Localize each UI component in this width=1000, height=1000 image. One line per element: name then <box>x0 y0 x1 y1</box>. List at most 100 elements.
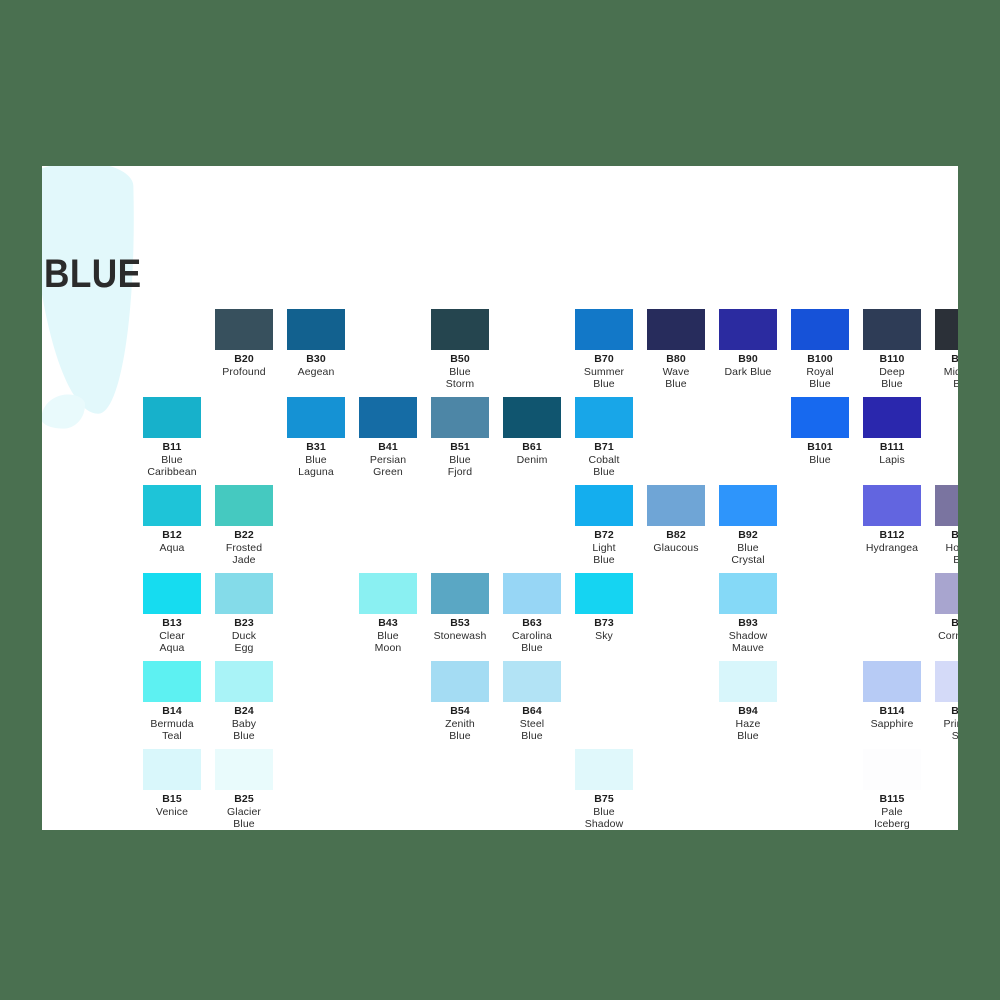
color-swatch-b82[interactable]: B82 Glaucous <box>640 485 712 554</box>
color-swatch-b54[interactable]: B54 Zenith Blue <box>424 661 496 743</box>
swatch-code: B72 <box>594 529 614 541</box>
color-swatch-b90[interactable]: B90 Dark Blue <box>712 309 784 378</box>
color-swatch-b123[interactable]: B123Cornflower <box>928 573 958 642</box>
swatch-color-chip <box>143 661 201 702</box>
swatch-color-chip <box>359 397 417 438</box>
swatch-name: Haze Blue <box>735 717 761 743</box>
swatch-code: B12 <box>162 529 182 541</box>
swatch-code: B11 <box>162 441 182 453</box>
swatch-code: B100 <box>807 353 833 365</box>
swatch-code: B61 <box>522 441 542 453</box>
swatch-color-chip <box>647 485 705 526</box>
color-swatch-b72[interactable]: B72 Light Blue <box>568 485 640 567</box>
color-swatch-b73[interactable]: B73 Sky <box>568 573 640 642</box>
swatch-color-chip <box>287 309 345 350</box>
color-swatch-b12[interactable]: B12 Aqua <box>136 485 208 554</box>
color-swatch-b50[interactable]: B50 Blue Storm <box>424 309 496 391</box>
swatch-color-chip <box>215 661 273 702</box>
color-swatch-b71[interactable]: B71 Cobalt Blue <box>568 397 640 479</box>
swatch-color-chip <box>143 749 201 790</box>
swatch-color-chip <box>143 573 201 614</box>
color-swatch-b93[interactable]: B93 Shadow Mauve <box>712 573 784 655</box>
color-swatch-b13[interactable]: B13 Clear Aqua <box>136 573 208 655</box>
swatch-code: B53 <box>450 617 470 629</box>
swatch-code: B43 <box>378 617 398 629</box>
swatch-code: B110 <box>879 353 905 365</box>
color-swatch-b25[interactable]: B25 Glacier Blue <box>208 749 280 830</box>
swatch-color-chip <box>503 661 561 702</box>
color-swatch-b24[interactable]: B24 Baby Blue <box>208 661 280 743</box>
color-swatch-b100[interactable]: B100 Royal Blue <box>784 309 856 391</box>
color-swatch-b110[interactable]: B110 Deep Blue <box>856 309 928 391</box>
swatch-code: B111 <box>879 441 905 453</box>
swatch-name: Pale Iceberg <box>874 805 910 831</box>
color-swatch-b92[interactable]: B92 Blue Crystal <box>712 485 784 567</box>
swatch-color-chip <box>575 309 633 350</box>
color-swatch-b94[interactable]: B94 Haze Blue <box>712 661 784 743</box>
swatch-color-chip <box>215 485 273 526</box>
swatch-code: B94 <box>738 705 758 717</box>
color-swatch-b80[interactable]: B80 Wave Blue <box>640 309 712 391</box>
swatch-name: Baby Blue <box>231 717 257 743</box>
swatch-name: Clear Aqua <box>159 629 185 655</box>
color-swatch-b14[interactable]: B14 Bermuda Teal <box>136 661 208 743</box>
swatch-color-chip <box>791 397 849 438</box>
color-swatch-b23[interactable]: B23 Duck Egg <box>208 573 280 655</box>
swatch-code: B51 <box>450 441 470 453</box>
color-swatch-b122[interactable]: B122Horizon Blue <box>928 485 958 567</box>
swatch-name: Profound <box>222 365 266 378</box>
swatch-code: B123 <box>951 617 958 629</box>
swatch-name: Bermuda Teal <box>150 717 194 743</box>
swatch-color-chip <box>719 485 777 526</box>
swatch-code: B125 <box>951 705 958 717</box>
swatch-name: Denim <box>516 453 548 466</box>
swatch-name: Glacier Blue <box>227 805 261 831</box>
swatch-name: Midnight Blue <box>943 365 958 391</box>
color-swatch-b75[interactable]: B75 Blue Shadow <box>568 749 640 830</box>
color-swatch-b115[interactable]: B115 Pale Iceberg <box>856 749 928 830</box>
swatch-color-chip <box>503 397 561 438</box>
color-swatch-b41[interactable]: B41 Persian Green <box>352 397 424 479</box>
color-swatch-b125[interactable]: B125Princess Sofia <box>928 661 958 743</box>
swatch-code: B41 <box>378 441 398 453</box>
color-swatch-b30[interactable]: B30 Aegean <box>280 309 352 378</box>
color-swatch-b43[interactable]: B43 Blue Moon <box>352 573 424 655</box>
color-swatch-b114[interactable]: B114 Sapphire <box>856 661 928 730</box>
swatch-name: Blue Storm <box>445 365 475 391</box>
swatch-code: B22 <box>234 529 254 541</box>
color-swatch-b20[interactable]: B20 Profound <box>208 309 280 378</box>
swatch-code: B14 <box>162 705 182 717</box>
color-swatch-b112[interactable]: B112 Hydrangea <box>856 485 928 554</box>
swatch-name: Sapphire <box>870 717 914 730</box>
color-swatch-b51[interactable]: B51 Blue Fjord <box>424 397 496 479</box>
color-swatch-b61[interactable]: B61 Denim <box>496 397 568 466</box>
color-swatch-b15[interactable]: B15 Venice <box>136 749 208 818</box>
swatch-name: Zenith Blue <box>445 717 475 743</box>
color-swatch-b11[interactable]: B11 Blue Caribbean <box>136 397 208 479</box>
swatch-name: Frosted Jade <box>225 541 263 567</box>
swatch-name: Wave Blue <box>662 365 690 391</box>
swatch-name: Hydrangea <box>865 541 919 554</box>
swatch-color-chip <box>935 573 958 614</box>
swatch-color-chip <box>863 485 921 526</box>
color-swatch-b70[interactable]: B70 Summer Blue <box>568 309 640 391</box>
swatch-code: B101 <box>807 441 833 453</box>
color-swatch-b120[interactable]: B120Midnight Blue <box>928 309 958 391</box>
color-swatch-b63[interactable]: B63 Carolina Blue <box>496 573 568 655</box>
swatch-color-chip <box>863 661 921 702</box>
color-swatch-b53[interactable]: B53 Stonewash <box>424 573 496 642</box>
color-swatch-b22[interactable]: B22 Frosted Jade <box>208 485 280 567</box>
swatch-name: Summer Blue <box>583 365 625 391</box>
color-swatch-b111[interactable]: B111 Lapis <box>856 397 928 466</box>
swatch-color-chip <box>215 749 273 790</box>
swatch-code: B54 <box>450 705 470 717</box>
swatch-color-chip <box>935 309 958 350</box>
swatch-code: B92 <box>738 529 758 541</box>
swatch-code: B30 <box>306 353 326 365</box>
swatch-name: Princess Sofia <box>943 717 958 743</box>
swatch-code: B90 <box>738 353 758 365</box>
swatch-color-chip <box>359 573 417 614</box>
color-swatch-b31[interactable]: B31 Blue Laguna <box>280 397 352 479</box>
color-swatch-b101[interactable]: B101 Blue <box>784 397 856 466</box>
color-swatch-b64[interactable]: B64 Steel Blue <box>496 661 568 743</box>
